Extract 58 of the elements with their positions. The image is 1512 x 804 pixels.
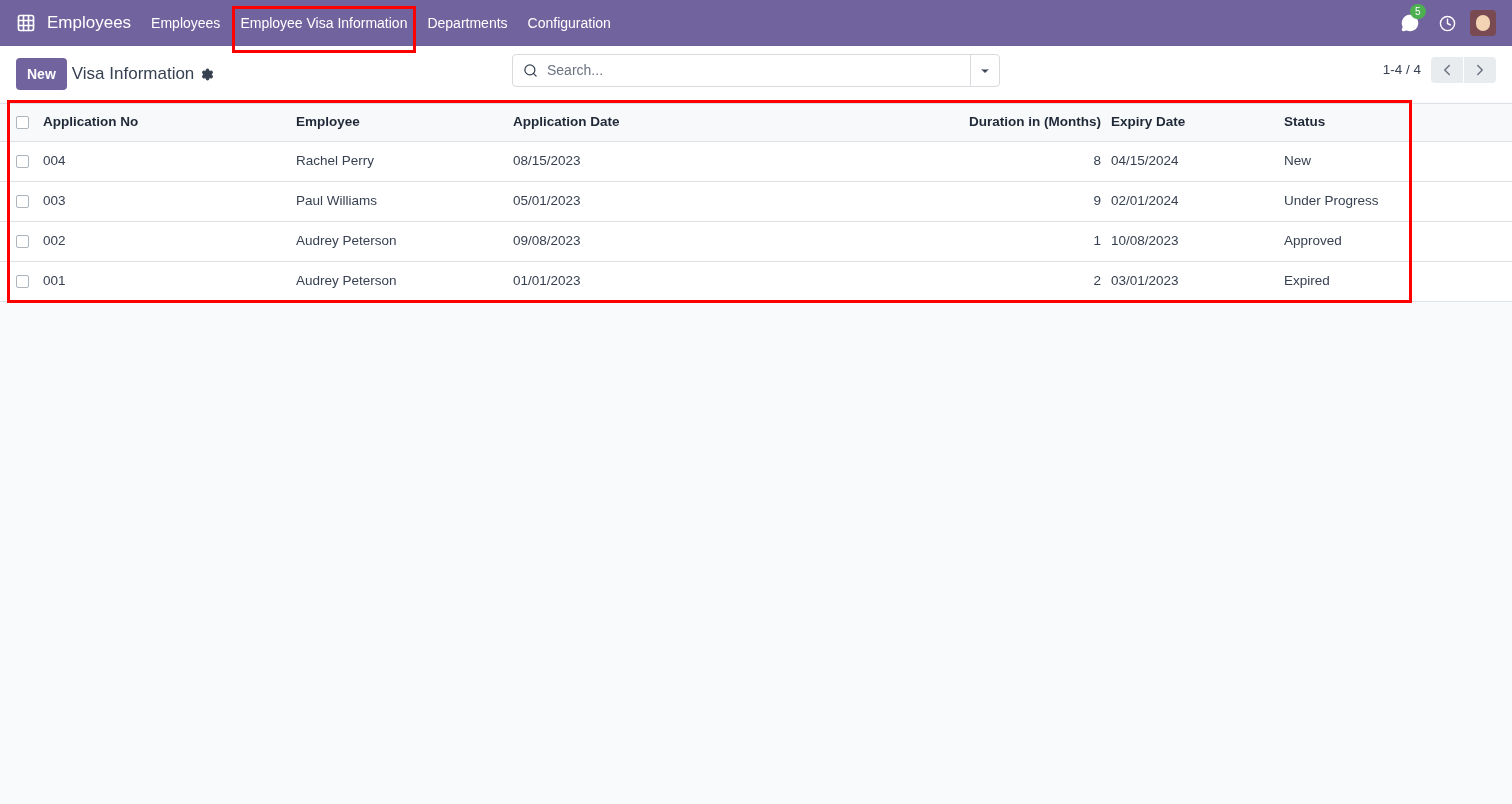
checkbox[interactable] (16, 235, 29, 248)
table-cell-text: Audrey Peterson (296, 272, 397, 291)
column-header[interactable]: Status (1284, 112, 1326, 133)
menu-item[interactable]: Employee Visa Information (230, 0, 418, 46)
table-cell-text: 004 (43, 152, 66, 171)
clock-icon[interactable] (1439, 14, 1456, 32)
table-cell-text: 8 (1093, 152, 1101, 171)
notification-badge: 5 (1410, 4, 1426, 19)
table-cell-text: 9 (1093, 192, 1101, 211)
table-cell-text: 1 (1093, 232, 1101, 251)
menu-item[interactable]: Departments (417, 0, 518, 46)
table-row[interactable]: 004 Rachel Perry 08/15/2023 8 04/15/2024 New (0, 142, 1512, 182)
search-icon (523, 63, 538, 78)
table-row[interactable]: 002 Audrey Peterson 09/08/2023 1 10/08/2023 Approved (0, 222, 1512, 262)
table-row[interactable]: 003 Paul Williams 05/01/2023 9 02/01/2024 Under Progress (0, 182, 1512, 222)
column-header[interactable]: Employee (296, 112, 360, 133)
table-cell-text: 01/01/2023 (513, 272, 581, 291)
column-header[interactable]: Application No (43, 112, 139, 133)
previous-page-button[interactable] (1431, 57, 1463, 83)
table-cell-text: New (1284, 152, 1311, 171)
table-cell-text: 02/01/2024 (1111, 192, 1179, 211)
column-header[interactable]: Duration in (Months) (969, 112, 1101, 133)
table-cell-text: Under Progress (1284, 192, 1379, 211)
table-cell-text: 10/08/2023 (1111, 232, 1179, 251)
checkbox[interactable] (16, 155, 29, 168)
table-cell-text: 03/01/2023 (1111, 272, 1179, 291)
checkbox[interactable] (16, 275, 29, 288)
table-cell-text: 2 (1093, 272, 1101, 291)
table-cell-text: 001 (43, 272, 66, 291)
checkbox[interactable] (16, 116, 29, 129)
table-row[interactable]: 001 Audrey Peterson 01/01/2023 2 03/01/2023 Expired (0, 262, 1512, 302)
search-input[interactable]: Search... (547, 60, 970, 81)
app-name[interactable]: Employees (47, 10, 132, 36)
pager-value[interactable]: 1-4 / 4 (1382, 59, 1421, 81)
table-cell-text: 04/15/2024 (1111, 152, 1179, 171)
column-header[interactable]: Application Date (513, 112, 620, 133)
menu-item[interactable]: Configuration (517, 0, 621, 46)
table-cell-text: 05/01/2023 (513, 192, 581, 211)
apps-menu-icon[interactable] (16, 13, 36, 33)
table-cell-text: Rachel Perry (296, 152, 375, 171)
table-cell-text: 002 (43, 232, 66, 251)
next-page-button[interactable] (1464, 57, 1496, 83)
table-cell-text: Approved (1284, 232, 1342, 251)
menu-item[interactable]: Employees (141, 0, 231, 46)
table-cell-text: Audrey Peterson (296, 232, 397, 251)
table-cell-text: 003 (43, 192, 66, 211)
table-cell-text: Expired (1284, 272, 1330, 291)
checkbox[interactable] (16, 195, 29, 208)
chat-icon[interactable] (1401, 14, 1419, 32)
search-field[interactable]: Search... (512, 54, 1000, 87)
table-cell-text: Paul Williams (296, 192, 377, 211)
column-header[interactable]: Expiry Date (1111, 112, 1186, 133)
table-cell-text: 08/15/2023 (513, 152, 581, 171)
page-title: Visa Information (71, 63, 195, 86)
table-cell-text: 09/08/2023 (513, 232, 581, 251)
new-button[interactable]: New (16, 58, 67, 90)
user-avatar[interactable] (1470, 10, 1496, 36)
settings-icon[interactable] (201, 67, 215, 81)
